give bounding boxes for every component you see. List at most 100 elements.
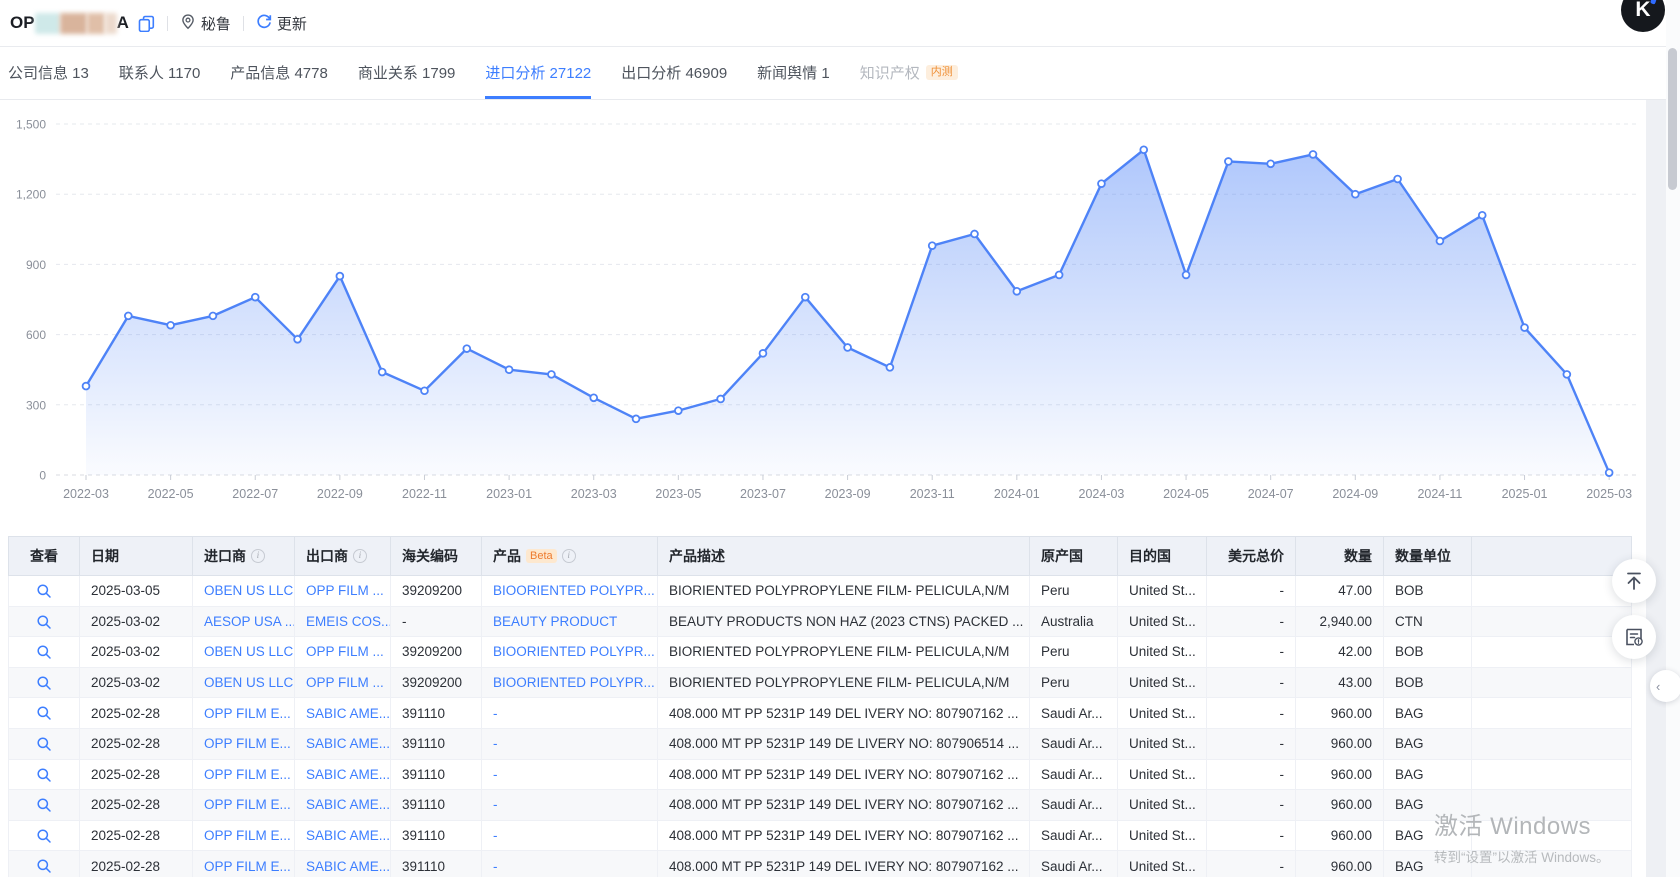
cell-link[interactable]: OPP FILM E... xyxy=(193,790,295,821)
data-point[interactable] xyxy=(802,294,809,301)
info-icon[interactable]: i xyxy=(251,549,265,563)
tab-export-analysis[interactable]: 出口分析 46909 xyxy=(621,48,727,99)
data-point[interactable] xyxy=(83,383,90,390)
user-avatar[interactable]: K xyxy=(1621,0,1665,32)
tab-contacts[interactable]: 联系人 1170 xyxy=(119,48,200,99)
data-point[interactable] xyxy=(1563,371,1570,378)
tab-intellectual-property[interactable]: 知识产权内测 xyxy=(860,48,958,99)
data-point[interactable] xyxy=(210,312,217,319)
tab-news[interactable]: 新闻舆情 1 xyxy=(757,48,830,99)
cell-link[interactable]: SABIC AME... xyxy=(295,851,391,877)
cell-link[interactable]: BIOORIENTED POLYPR... xyxy=(482,668,658,699)
cell-text: - xyxy=(1207,576,1296,607)
cell-link[interactable]: SABIC AME... xyxy=(295,760,391,791)
cell-link[interactable]: OPP FILM E... xyxy=(193,821,295,852)
cell-link[interactable]: - xyxy=(482,729,658,760)
data-point[interactable] xyxy=(1225,158,1232,165)
data-point[interactable] xyxy=(506,366,513,373)
data-point[interactable] xyxy=(929,242,936,249)
data-point[interactable] xyxy=(1183,272,1190,279)
collapse-panel-handle[interactable]: ‹ xyxy=(1650,670,1680,702)
data-point[interactable] xyxy=(590,394,597,401)
cell-link[interactable]: EMEIS COS... xyxy=(295,607,391,638)
cell-link[interactable]: OPP FILM ... xyxy=(295,637,391,668)
data-point[interactable] xyxy=(379,369,386,376)
cell-link[interactable]: AESOP USA ... xyxy=(193,607,295,638)
data-point[interactable] xyxy=(336,273,343,280)
data-point[interactable] xyxy=(844,344,851,351)
cell-link[interactable]: OPP FILM E... xyxy=(193,851,295,877)
data-point[interactable] xyxy=(1394,176,1401,183)
data-point[interactable] xyxy=(1437,238,1444,245)
data-point[interactable] xyxy=(1267,160,1274,167)
data-point[interactable] xyxy=(1013,288,1020,295)
cell-link[interactable]: - xyxy=(482,698,658,729)
cell-link[interactable]: SABIC AME... xyxy=(295,790,391,821)
cell-link[interactable]: SABIC AME... xyxy=(295,729,391,760)
view-detail-button[interactable] xyxy=(8,607,80,638)
page-scrollbar[interactable] xyxy=(1666,0,1680,877)
cell-link[interactable]: OPP FILM E... xyxy=(193,729,295,760)
data-point[interactable] xyxy=(717,396,724,403)
y-tick-label: 1,500 xyxy=(16,118,46,132)
data-point[interactable] xyxy=(463,345,470,352)
cell-link[interactable]: BIOORIENTED POLYPR... xyxy=(482,576,658,607)
view-detail-button[interactable] xyxy=(8,821,80,852)
view-detail-button[interactable] xyxy=(8,851,80,877)
view-detail-button[interactable] xyxy=(8,790,80,821)
data-point[interactable] xyxy=(1310,151,1317,158)
cell-link[interactable]: OPP FILM ... xyxy=(295,576,391,607)
data-point[interactable] xyxy=(1056,272,1063,279)
cell-link[interactable]: - xyxy=(482,760,658,791)
cell-text: Saudi Ar... xyxy=(1030,851,1118,877)
data-point[interactable] xyxy=(760,350,767,357)
data-point[interactable] xyxy=(675,407,682,414)
cell-link[interactable]: - xyxy=(482,851,658,877)
cell-link[interactable]: OPP FILM E... xyxy=(193,698,295,729)
data-point[interactable] xyxy=(971,231,978,238)
refresh-button[interactable]: 更新 xyxy=(256,13,307,34)
cell-link[interactable]: OBEN US LLC xyxy=(193,576,295,607)
cell-link[interactable]: OBEN US LLC xyxy=(193,668,295,699)
view-detail-button[interactable] xyxy=(8,760,80,791)
data-point[interactable] xyxy=(1352,191,1359,198)
data-point[interactable] xyxy=(1140,146,1147,153)
cell-link[interactable]: OPP FILM ... xyxy=(295,668,391,699)
cell-link[interactable]: - xyxy=(482,821,658,852)
copy-icon[interactable] xyxy=(138,15,155,32)
view-detail-button[interactable] xyxy=(8,698,80,729)
cell-link[interactable]: OBEN US LLC xyxy=(193,637,295,668)
scrollbar-thumb[interactable] xyxy=(1668,48,1677,190)
view-detail-button[interactable] xyxy=(8,729,80,760)
data-point[interactable] xyxy=(1098,180,1105,187)
view-detail-button[interactable] xyxy=(8,576,80,607)
tab-product-info[interactable]: 产品信息 4778 xyxy=(230,48,328,99)
feedback-button[interactable] xyxy=(1612,615,1656,659)
cell-text: 960.00 xyxy=(1296,790,1384,821)
info-icon[interactable]: i xyxy=(562,549,576,563)
data-point[interactable] xyxy=(125,312,132,319)
view-detail-button[interactable] xyxy=(8,637,80,668)
cell-link[interactable]: BIOORIENTED POLYPR... xyxy=(482,637,658,668)
back-to-top-button[interactable] xyxy=(1612,559,1656,603)
data-point[interactable] xyxy=(1479,212,1486,219)
info-icon[interactable]: i xyxy=(353,549,367,563)
cell-link[interactable]: BEAUTY PRODUCT xyxy=(482,607,658,638)
data-point[interactable] xyxy=(886,364,893,371)
data-point[interactable] xyxy=(548,371,555,378)
data-point[interactable] xyxy=(252,294,259,301)
tab-import-analysis[interactable]: 进口分析 27122 xyxy=(485,48,591,99)
data-point[interactable] xyxy=(1521,324,1528,331)
cell-link[interactable]: SABIC AME... xyxy=(295,821,391,852)
data-point[interactable] xyxy=(167,322,174,329)
tab-business-relations[interactable]: 商业关系 1799 xyxy=(358,48,456,99)
cell-link[interactable]: OPP FILM E... xyxy=(193,760,295,791)
data-point[interactable] xyxy=(421,387,428,394)
data-point[interactable] xyxy=(294,336,301,343)
data-point[interactable] xyxy=(1606,469,1613,476)
cell-link[interactable]: SABIC AME... xyxy=(295,698,391,729)
view-detail-button[interactable] xyxy=(8,668,80,699)
data-point[interactable] xyxy=(633,415,640,422)
tab-company-info[interactable]: 公司信息 13 xyxy=(8,48,89,99)
cell-link[interactable]: - xyxy=(482,790,658,821)
